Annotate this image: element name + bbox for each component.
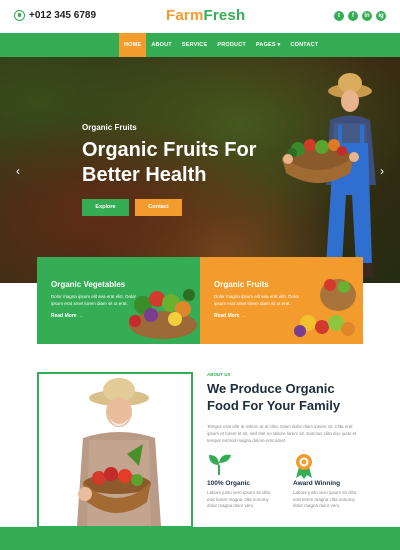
twitter-icon[interactable]: t xyxy=(334,11,344,21)
nav-product[interactable]: PRODUCT xyxy=(212,33,251,57)
feature-text: Dolor magna ipsum elit sea erat elitr. D… xyxy=(51,294,137,306)
phone-number: +012 345 6789 xyxy=(29,10,97,21)
facebook-icon[interactable]: f xyxy=(348,11,358,21)
bottom-bar xyxy=(0,527,400,550)
nav-service[interactable]: SERVICE xyxy=(177,33,212,57)
read-more-link[interactable]: Read More → xyxy=(214,313,246,319)
feature-title: Organic Fruits xyxy=(214,280,269,289)
contact-button[interactable]: Contact xyxy=(135,199,182,216)
stat-text: Labore justo vero ipsum sit clita erat l… xyxy=(293,490,357,508)
stat-award: Award Winning Labore justo vero ipsum si… xyxy=(293,453,368,508)
about-text: Tempor erat elitr at rebum at at clita. … xyxy=(207,424,357,443)
feature-text: Dolor magna ipsum elit sea erat elitr. D… xyxy=(214,294,300,306)
nav-pages-dropdown[interactable]: PAGES ▾ xyxy=(251,33,286,57)
nav-about[interactable]: ABOUT xyxy=(146,33,177,57)
main-nav: HOME ABOUT SERVICE PRODUCT PAGES ▾ CONTA… xyxy=(0,33,400,57)
logo-part-farm: Farm xyxy=(166,7,204,24)
linkedin-icon[interactable]: in xyxy=(362,11,372,21)
topbar: +012 345 6789 FarmFresh t f in ig xyxy=(0,0,400,33)
nav-home[interactable]: HOME xyxy=(119,33,147,57)
nav-contact[interactable]: CONTACT xyxy=(285,33,323,57)
social-links: t f in ig xyxy=(334,11,386,21)
stat-title: 100% Organic xyxy=(207,480,250,487)
about-label: ABOUT US xyxy=(207,372,231,377)
about-title: We Produce Organic Food For Your Family xyxy=(207,381,341,413)
site-logo[interactable]: FarmFresh xyxy=(166,7,245,24)
stat-text: Labore justo vero ipsum sit clita erat l… xyxy=(207,490,271,508)
feature-title: Organic Vegetables xyxy=(51,280,126,289)
feature-organic-vegetables: Organic Vegetables Dolor magna ipsum eli… xyxy=(37,257,200,344)
award-icon xyxy=(296,454,312,479)
stat-organic: 100% Organic Labore justo vero ipsum sit… xyxy=(207,453,282,508)
stat-title: Award Winning xyxy=(293,480,341,487)
hero-title: Organic Fruits For Better Health xyxy=(82,139,257,186)
about-farmer-image xyxy=(77,378,161,526)
about-image-frame xyxy=(37,372,193,528)
logo-part-fresh: Fresh xyxy=(203,7,246,24)
carousel-prev-icon[interactable]: ‹ xyxy=(16,164,20,178)
hero-subtitle: Organic Fruits xyxy=(82,123,137,132)
sprout-icon xyxy=(209,454,231,475)
phone-icon xyxy=(14,10,25,21)
read-more-link[interactable]: Read More → xyxy=(51,313,83,319)
phone-contact[interactable]: +012 345 6789 xyxy=(14,10,96,21)
instagram-icon[interactable]: ig xyxy=(376,11,386,21)
explore-button[interactable]: Explore xyxy=(82,199,129,216)
feature-organic-fruits: Organic Fruits Dolor magna ipsum elit se… xyxy=(200,257,363,344)
carousel-next-icon[interactable]: › xyxy=(380,164,384,178)
hero-carousel: Organic Fruits Organic Fruits For Better… xyxy=(0,57,400,283)
